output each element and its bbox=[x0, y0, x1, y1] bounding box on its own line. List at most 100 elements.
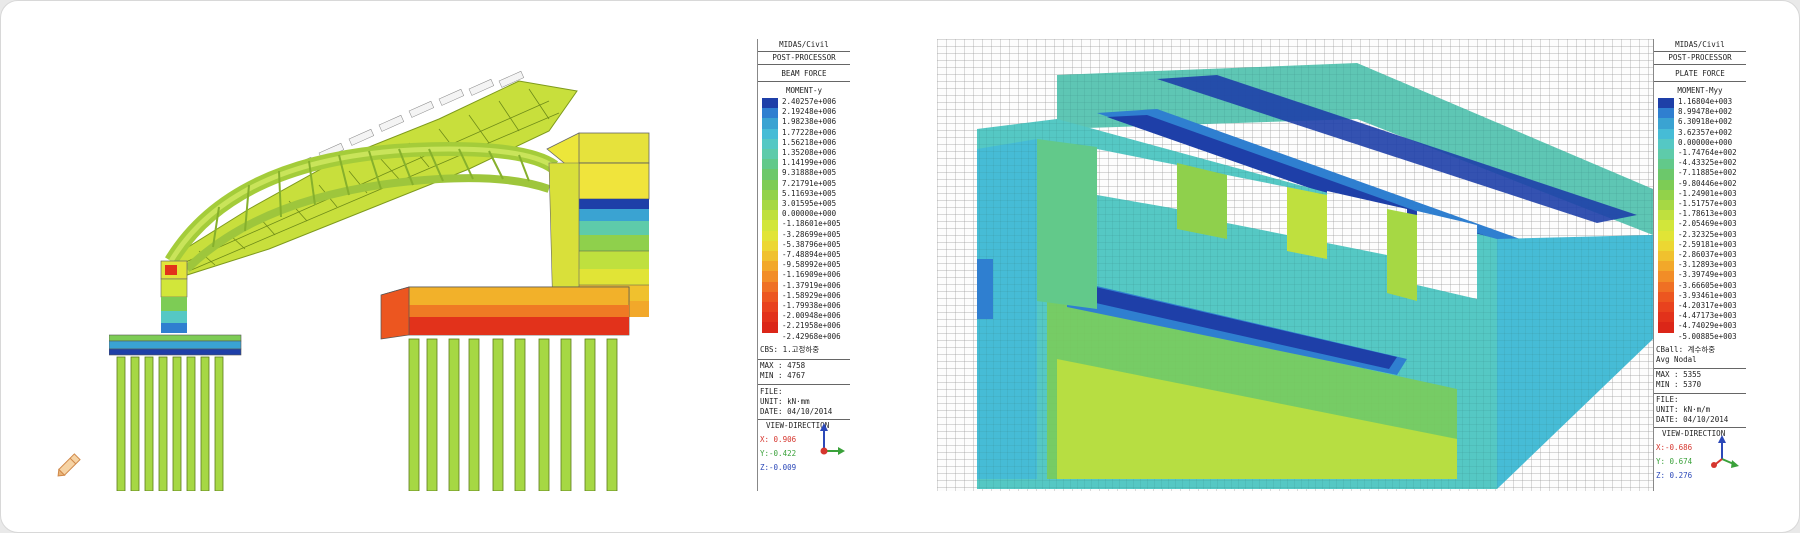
right-piles bbox=[408, 338, 618, 491]
scale-swatch bbox=[762, 200, 778, 211]
scale-value: -5.38796e+005 bbox=[782, 239, 841, 249]
scale-value: -1.78613e+003 bbox=[1678, 209, 1737, 219]
left-pier bbox=[160, 260, 188, 333]
scale-value: -4.47173e+003 bbox=[1678, 311, 1737, 321]
scale-swatch bbox=[762, 138, 778, 149]
scale-value: 9.31888e+005 bbox=[782, 168, 837, 178]
scale-swatch bbox=[1658, 271, 1674, 282]
view-z: Z: 0.276 bbox=[1656, 471, 1693, 480]
scale-value: -1.18601e+005 bbox=[782, 219, 841, 229]
scale-swatch bbox=[1658, 281, 1674, 292]
scale-swatch bbox=[1658, 251, 1674, 262]
scale-value: -3.28699e+005 bbox=[782, 229, 841, 239]
min-label: MIN : 4767 bbox=[760, 371, 806, 380]
pencil-icon[interactable] bbox=[53, 451, 83, 481]
scale-value: -9.58992e+005 bbox=[782, 260, 841, 270]
scale-value: -1.58929e+006 bbox=[782, 290, 841, 300]
scale-value: -1.24901e+003 bbox=[1678, 188, 1737, 198]
axis-triad-icon[interactable] bbox=[1708, 435, 1742, 471]
scale-swatch bbox=[1658, 230, 1674, 241]
view-y: Y: 0.674 bbox=[1656, 457, 1693, 466]
scale-swatch bbox=[1658, 138, 1674, 149]
legend-force-type: PLATE FORCE bbox=[1654, 68, 1746, 82]
scale-swatch bbox=[1658, 108, 1674, 119]
scale-value: 1.14199e+006 bbox=[782, 158, 837, 168]
scale-value: -4.20317e+003 bbox=[1678, 301, 1737, 310]
legend-module: POST-PROCESSOR bbox=[758, 52, 850, 66]
left-pile-cap bbox=[109, 334, 242, 356]
scale-value: -3.39749e+003 bbox=[1678, 270, 1737, 280]
scale-value: 0.00000e+000 bbox=[1678, 137, 1733, 147]
scale-swatch bbox=[762, 149, 778, 160]
scale-value: -2.42968e+006 bbox=[782, 331, 841, 341]
max-label: MAX : 5355 bbox=[1656, 370, 1702, 379]
scale-swatch bbox=[762, 220, 778, 231]
scale-value: -7.11885e+002 bbox=[1678, 168, 1737, 178]
scale-swatch bbox=[762, 118, 778, 129]
scale-value: -1.74764e+002 bbox=[1678, 148, 1737, 157]
scale-value: -2.00948e+006 bbox=[782, 311, 841, 321]
scale-value: -2.21958e+006 bbox=[782, 321, 841, 331]
plate-legend: MIDAS/Civil POST-PROCESSOR PLATE FORCE M… bbox=[1653, 39, 1746, 491]
scale-value: -1.37919e+006 bbox=[782, 280, 841, 290]
max-label: MAX : 4758 bbox=[760, 361, 806, 370]
scale-swatch bbox=[1658, 159, 1674, 170]
plate-force-panel: MIDAS/Civil POST-PROCESSOR PLATE FORCE M… bbox=[937, 39, 1746, 491]
scale-value: 3.62357e+002 bbox=[1678, 127, 1733, 137]
scale-swatch bbox=[762, 210, 778, 221]
scale-value: 1.98238e+006 bbox=[782, 117, 837, 127]
legend-program: MIDAS/Civil bbox=[1654, 39, 1746, 53]
scale-value: 8.99478e+002 bbox=[1678, 107, 1733, 117]
arch-deck bbox=[168, 70, 578, 276]
scale-swatch bbox=[1658, 210, 1674, 221]
right-pile-cap bbox=[380, 286, 630, 340]
load-case: CBS: 1.고정하중 bbox=[760, 345, 820, 354]
plate-model-viewport[interactable] bbox=[937, 39, 1653, 491]
unit-label: UNIT: kN·mm bbox=[760, 397, 810, 406]
scale-swatch bbox=[762, 179, 778, 190]
scale-swatch bbox=[762, 271, 778, 282]
scale-swatch bbox=[762, 230, 778, 241]
scale-value: 7.21791e+005 bbox=[782, 178, 837, 188]
view-x: X:-0.686 bbox=[1656, 443, 1693, 452]
scale-value: -3.12893e+003 bbox=[1678, 260, 1737, 270]
beam-model-viewport[interactable] bbox=[109, 39, 757, 491]
view-x: X: 0.906 bbox=[760, 435, 797, 444]
scale-value: 1.16804e+003 bbox=[1678, 97, 1733, 106]
scale-swatch bbox=[762, 312, 778, 323]
scale-swatch bbox=[762, 159, 778, 170]
scale-swatch bbox=[762, 322, 778, 333]
scale-swatch bbox=[762, 189, 778, 200]
scale-value: -7.48894e+005 bbox=[782, 250, 841, 259]
scale-value: -2.05469e+003 bbox=[1678, 219, 1737, 229]
scale-value: -2.86037e+003 bbox=[1678, 250, 1737, 259]
scale-value: 1.77228e+006 bbox=[782, 127, 837, 137]
scale-swatch bbox=[1658, 291, 1674, 302]
scale-value: -9.80446e+002 bbox=[1678, 178, 1737, 188]
scale-swatch bbox=[762, 128, 778, 139]
screenshot-frame: MIDAS/Civil POST-PROCESSOR BEAM FORCE MO… bbox=[0, 0, 1800, 533]
scale-value: -1.79938e+006 bbox=[782, 301, 841, 310]
scale-swatch bbox=[762, 291, 778, 302]
scale-swatch bbox=[1658, 312, 1674, 323]
scale-swatch bbox=[762, 261, 778, 272]
scale-value: 3.01595e+005 bbox=[782, 199, 837, 208]
file-label: FILE: bbox=[1656, 395, 1679, 404]
scale-value: 1.35208e+006 bbox=[782, 148, 837, 157]
legend-component: MOMENT-Myy bbox=[1677, 85, 1723, 95]
scale-swatch bbox=[1658, 322, 1674, 333]
scale-value: -5.00885e+003 bbox=[1678, 331, 1737, 341]
scale-swatch bbox=[762, 281, 778, 292]
scale-value: -1.16909e+006 bbox=[782, 270, 841, 280]
view-z: Z:-0.009 bbox=[760, 463, 797, 472]
scale-swatch bbox=[1658, 149, 1674, 160]
file-label: FILE: bbox=[760, 387, 783, 396]
scale-value: 2.19248e+006 bbox=[782, 107, 837, 117]
scale-swatch bbox=[762, 98, 778, 109]
scale-value: -2.59181e+003 bbox=[1678, 239, 1737, 249]
axis-triad-icon[interactable] bbox=[816, 423, 846, 459]
scale-swatch bbox=[1658, 179, 1674, 190]
scale-value: 5.11693e+005 bbox=[782, 188, 837, 198]
scale-swatch bbox=[1658, 169, 1674, 180]
scale-value: 6.30918e+002 bbox=[1678, 117, 1733, 127]
